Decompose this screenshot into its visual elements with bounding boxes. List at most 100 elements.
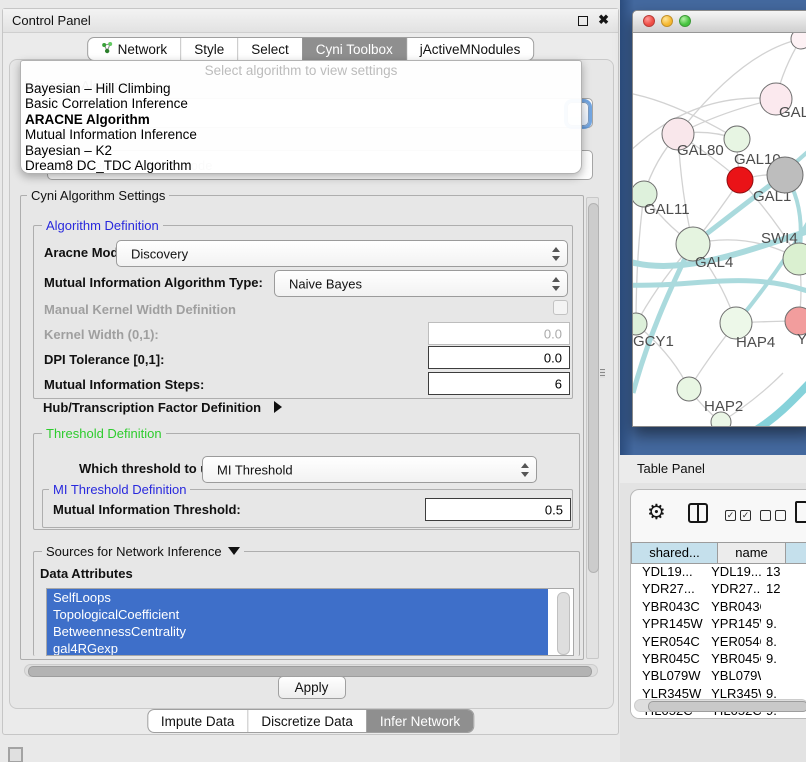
table-row[interactable]: YDL19... YDL19... 13: [631, 564, 806, 581]
network-window-titlebar[interactable]: [633, 11, 806, 33]
network-node[interactable]: [767, 157, 803, 193]
mi-threshold-label: Mutual Information Threshold:: [53, 502, 241, 517]
network-canvas[interactable]: GALGAL80GAL10GAL1GAL11SWI4GAL4GCY1HAP4YH…: [633, 33, 806, 426]
which-threshold-combo[interactable]: MI Threshold: [202, 456, 537, 483]
minimize-traffic-light-icon[interactable]: [661, 15, 673, 27]
cyni-algorithm-settings-group: Cyni Algorithm Settings Algorithm Defini…: [20, 195, 584, 660]
panel-splitter-grip[interactable]: [600, 369, 605, 378]
cell-name: YDL19...: [704, 564, 761, 581]
dpi-tolerance-field[interactable]: 0.0: [428, 346, 570, 369]
list-item-selfloops[interactable]: SelfLoops: [47, 589, 548, 606]
tab-label: Style: [194, 42, 224, 57]
checked-checkbox-icon[interactable]: [740, 510, 751, 521]
table-row[interactable]: YER054C YER054C 8.: [631, 634, 806, 651]
data-attributes-label: Data Attributes: [40, 566, 133, 581]
network-node[interactable]: [791, 33, 806, 49]
collapse-down-icon[interactable]: [228, 547, 240, 555]
hub-factor-expander[interactable]: Hub/Transcription Factor Definition: [43, 399, 282, 417]
algorithm-option-basic-correlation[interactable]: Basic Correlation Inference: [21, 96, 581, 111]
hub-factor-label: Hub/Transcription Factor Definition: [43, 400, 261, 415]
tab-label: Cyni Toolbox: [316, 42, 393, 57]
mi-type-combo[interactable]: Naive Bayes: [274, 270, 568, 297]
combo-stepper-icon: [551, 277, 560, 291]
cell-name: YBR045C: [704, 651, 761, 668]
aracne-mode-value: Discovery: [131, 246, 188, 261]
data-attributes-list: SelfLoops TopologicalCoefficient Between…: [46, 588, 574, 656]
table-horizontal-scrollbar[interactable]: [634, 699, 806, 712]
column-header-clipped[interactable]: A: [786, 542, 806, 564]
cell-name: YDR27...: [704, 581, 761, 598]
table-row[interactable]: YDR27... YDR27... 12: [631, 581, 806, 598]
kernel-width-label: Kernel Width (0,1):: [44, 327, 159, 342]
close-icon[interactable]: ✖: [598, 12, 609, 28]
checked-checkbox-icon[interactable]: [725, 510, 736, 521]
algorithm-option-mutual-information[interactable]: Mutual Information Inference: [21, 127, 581, 142]
unchecked-checkbox-icon[interactable]: [775, 510, 786, 521]
table-row[interactable]: YBR043C YBR043C: [631, 599, 806, 616]
table-panel: ⚙ shared... name A YDL19... YDL19... 13: [620, 483, 806, 762]
aracne-mode-combo[interactable]: Discovery: [116, 240, 568, 267]
tab-label: Infer Network: [380, 714, 460, 729]
tab-style[interactable]: Style: [180, 38, 237, 60]
table-row[interactable]: YBR045C YBR045C 9.: [631, 651, 806, 668]
tab-discretize-data[interactable]: Discretize Data: [247, 710, 366, 732]
list-item-betweennesscentrality[interactable]: BetweennessCentrality: [47, 623, 548, 640]
algorithm-option-bayesian-hill-climbing[interactable]: Bayesian – Hill Climbing: [21, 81, 581, 96]
cell-value: 12: [761, 581, 806, 598]
network-node[interactable]: [677, 377, 701, 401]
cell-shared-name: YPR145W: [631, 616, 704, 633]
mi-threshold-group: MI Threshold Definition Mutual Informati…: [42, 489, 573, 528]
tab-network[interactable]: Network: [88, 38, 181, 60]
mi-steps-label: Mutual Information Steps:: [44, 377, 204, 392]
dpi-tolerance-value: 0.0: [544, 350, 562, 365]
node-label: HAP4: [736, 334, 775, 351]
cell-shared-name: YDR27...: [631, 581, 704, 598]
columns-icon[interactable]: [688, 503, 708, 523]
table-row[interactable]: YPR145W YPR145W 9.: [631, 616, 806, 633]
algorithm-option-aracne[interactable]: ARACNE Algorithm: [21, 112, 581, 127]
network-node[interactable]: [724, 126, 750, 152]
table-row[interactable]: YBL079W YBL079W: [631, 668, 806, 685]
apply-button[interactable]: Apply: [278, 676, 346, 699]
algorithm-option-bayesian-k2[interactable]: Bayesian – K2: [21, 143, 581, 158]
scrollbar-thumb[interactable]: [588, 203, 599, 573]
import-table-icon[interactable]: [795, 501, 806, 523]
network-node[interactable]: [727, 167, 753, 193]
unchecked-checkbox-icon[interactable]: [760, 510, 771, 521]
tab-cyni-toolbox[interactable]: Cyni Toolbox: [302, 38, 406, 60]
column-header-name[interactable]: name: [718, 542, 786, 564]
scrollbar-thumb[interactable]: [648, 701, 806, 712]
mi-threshold-value: 0.5: [545, 502, 563, 517]
table-toolbar: ⚙: [631, 490, 806, 540]
tab-select[interactable]: Select: [237, 38, 302, 60]
network-workspace: GALGAL80GAL10GAL1GAL11SWI4GAL4GCY1HAP4YH…: [620, 0, 806, 455]
combo-stepper-icon: [551, 247, 560, 261]
table-header-row: shared... name A: [631, 542, 806, 564]
cell-name: YPR145W: [704, 616, 761, 633]
gear-icon[interactable]: ⚙: [647, 500, 666, 525]
list-item-topologicalcoefficient[interactable]: TopologicalCoefficient: [47, 606, 548, 623]
tab-infer-network[interactable]: Infer Network: [366, 710, 473, 732]
close-traffic-light-icon[interactable]: [643, 15, 655, 27]
network-node[interactable]: [783, 243, 806, 275]
float-window-icon[interactable]: [578, 16, 588, 26]
list-scrollbar-thumb[interactable]: [557, 592, 570, 655]
node-label: GCY1: [633, 333, 674, 350]
algorithm-definition-group: Algorithm Definition Aracne Mode: Discov…: [33, 225, 573, 399]
settings-vertical-scrollbar[interactable]: [586, 197, 599, 659]
list-item-gal4rgexp[interactable]: gal4RGexp: [47, 640, 548, 656]
kernel-width-field[interactable]: 0.0: [428, 322, 570, 345]
tab-impute-data[interactable]: Impute Data: [148, 710, 248, 732]
panel-title: Control Panel: [12, 13, 91, 28]
column-header-shared-name[interactable]: shared...: [631, 542, 718, 564]
zoom-traffic-light-icon[interactable]: [679, 15, 691, 27]
minimized-panel-icon[interactable]: [8, 747, 23, 762]
sources-group-title: Sources for Network Inference: [42, 544, 244, 559]
network-view-window[interactable]: GALGAL80GAL10GAL1GAL11SWI4GAL4GCY1HAP4YH…: [632, 10, 806, 427]
mi-threshold-field[interactable]: 0.5: [425, 498, 571, 521]
algorithm-option-dream8[interactable]: Dream8 DC_TDC Algorithm: [21, 158, 581, 173]
tab-jactivemnodules[interactable]: jActiveMNodules: [406, 38, 534, 60]
manual-kernel-checkbox[interactable]: [553, 300, 568, 315]
mi-steps-field[interactable]: 6: [428, 372, 570, 395]
cell-name: YBL079W: [704, 668, 761, 685]
